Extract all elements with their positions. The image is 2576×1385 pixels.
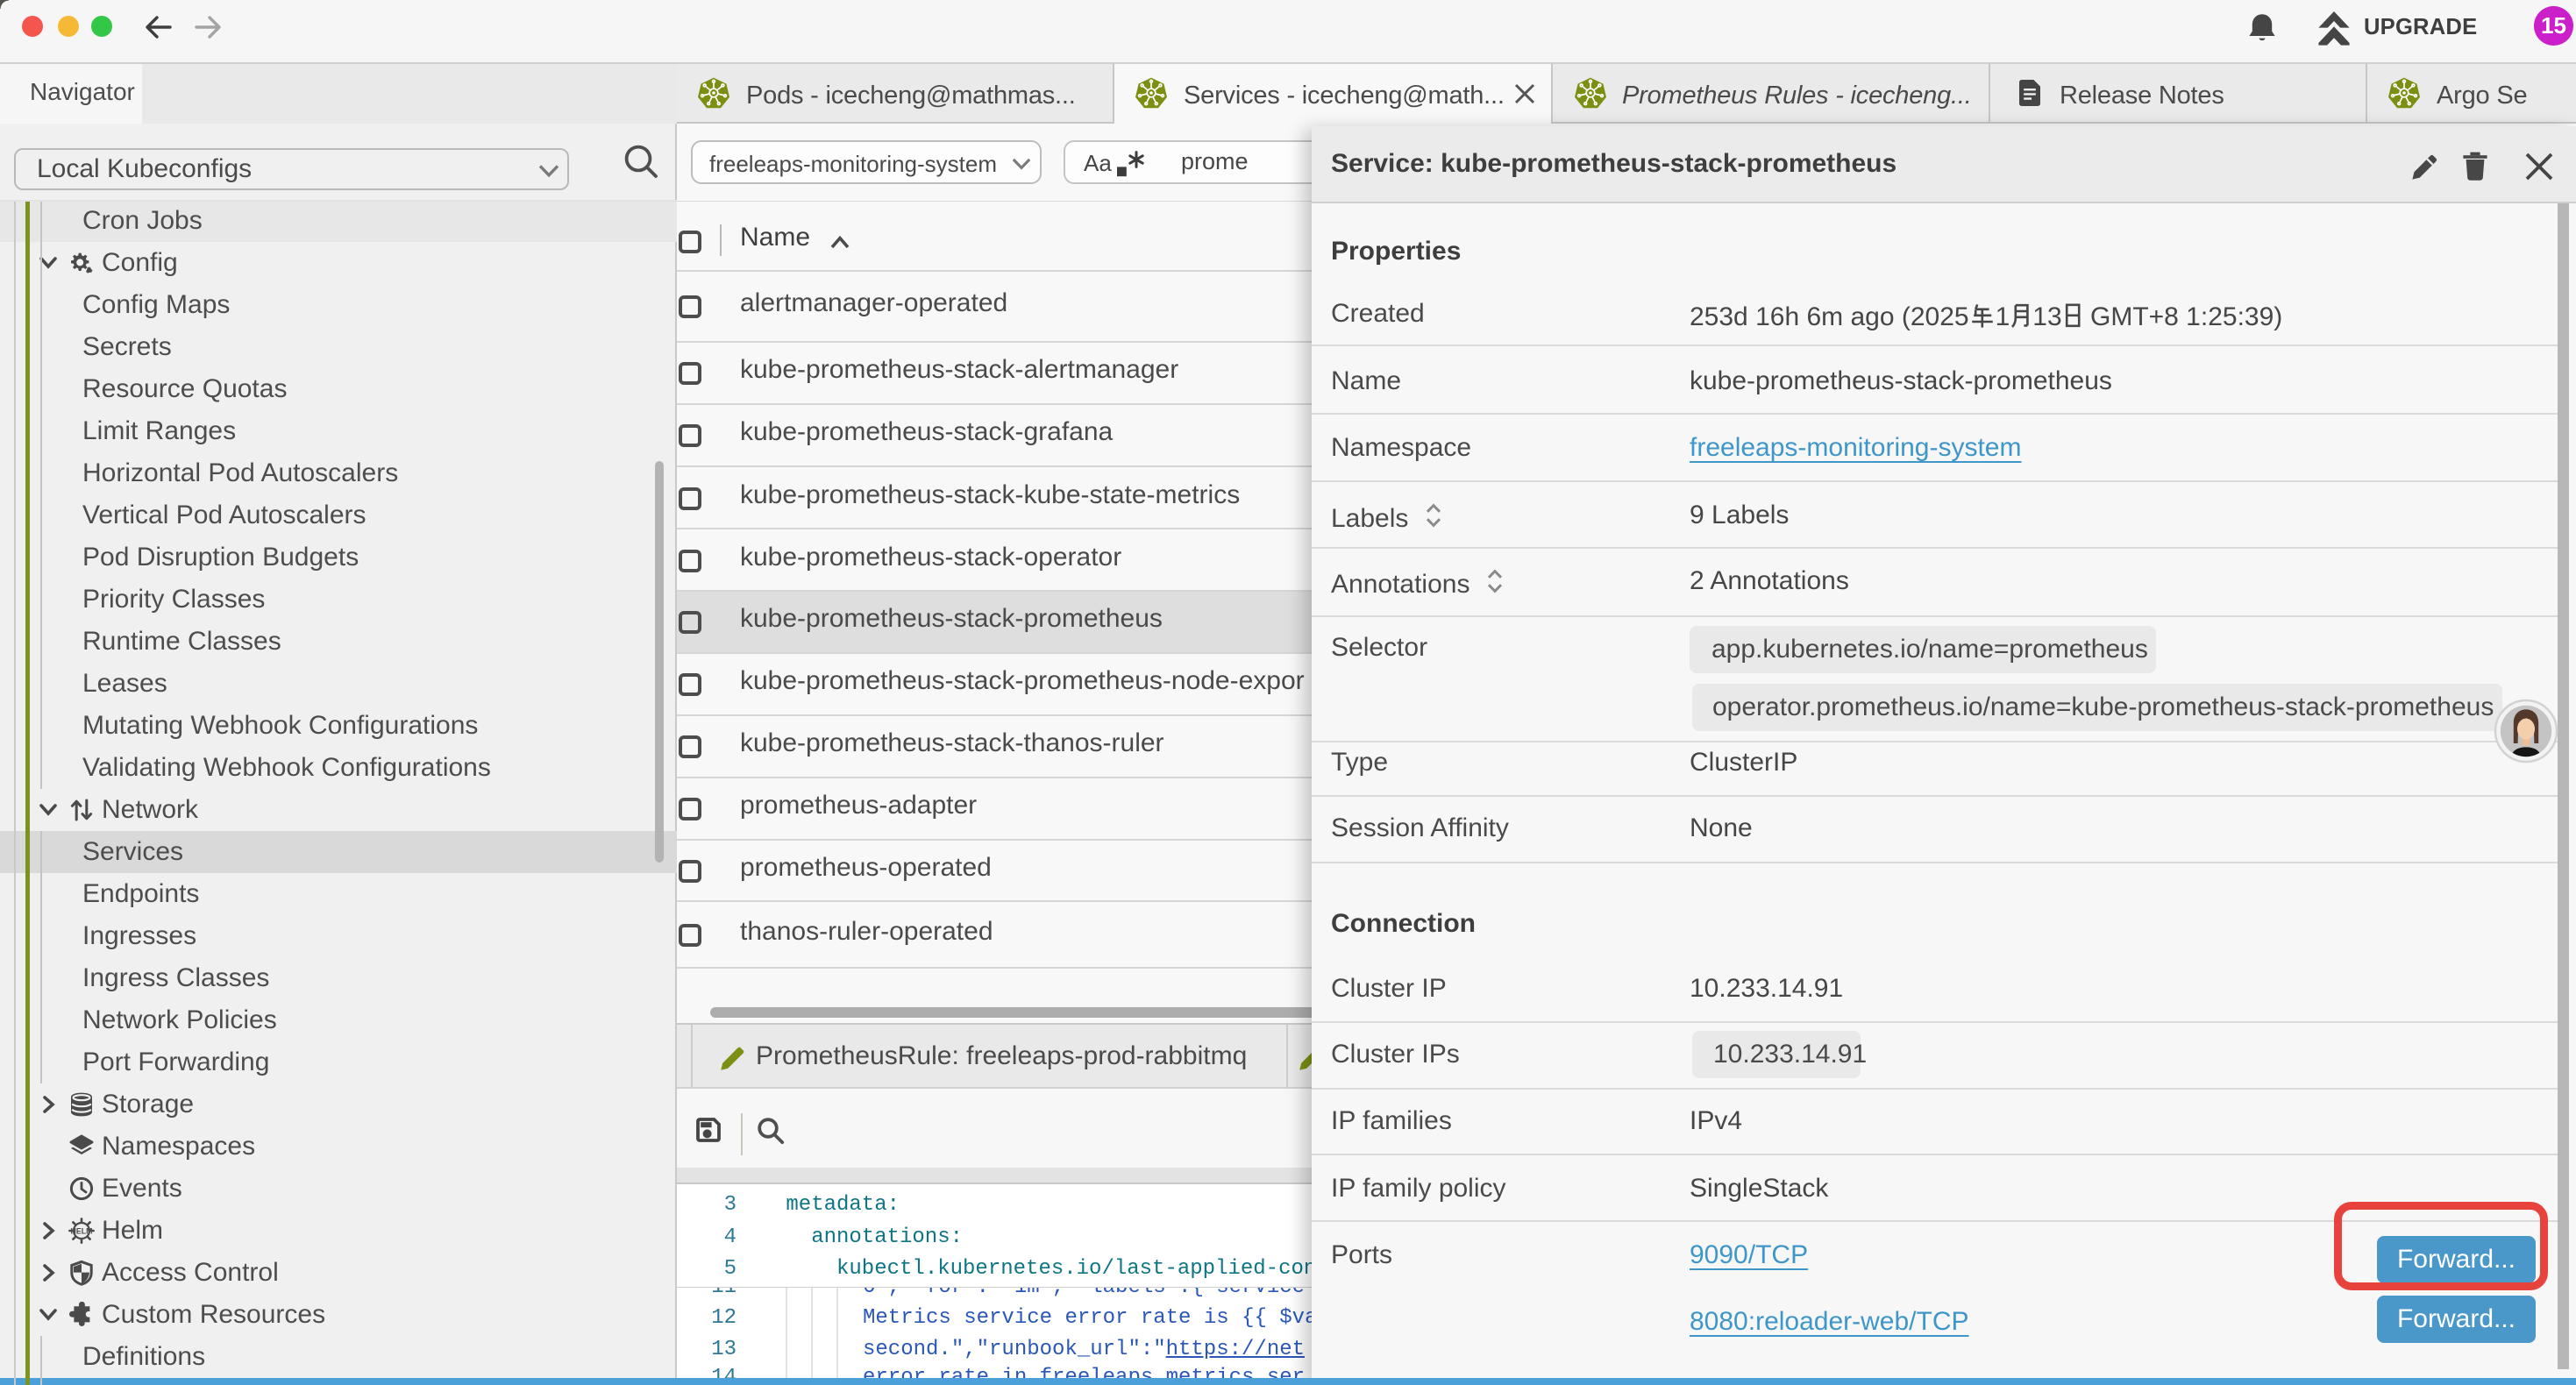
svg-text:HELM: HELM: [71, 1227, 93, 1236]
